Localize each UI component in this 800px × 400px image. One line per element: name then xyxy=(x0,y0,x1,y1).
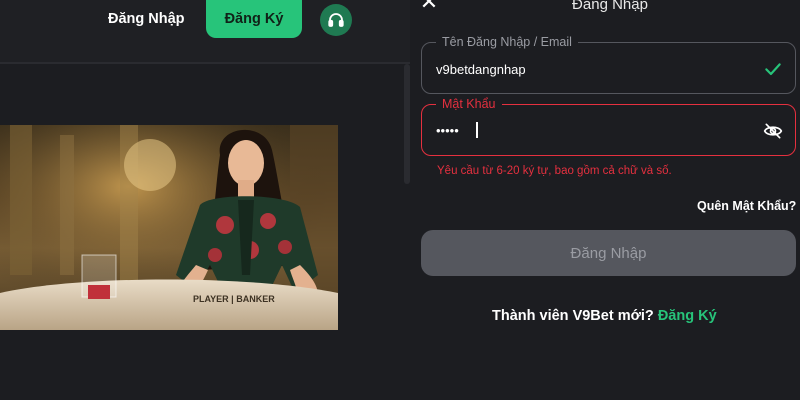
header-login-link[interactable]: Đăng Nhập xyxy=(108,10,185,28)
password-masked-value[interactable]: ••••• xyxy=(436,122,459,140)
signup-link[interactable]: Đăng Ký xyxy=(658,308,717,324)
signup-prompt-text: Thành viên V9Bet mới? xyxy=(492,308,654,324)
password-error-message: Yêu cầu từ 6-20 ký tự, bao gồm cả chữ và… xyxy=(437,165,672,177)
live-casino-banner[interactable]: PLAYER | BANKER xyxy=(0,125,338,330)
header-divider xyxy=(0,62,410,64)
headset-icon xyxy=(328,13,344,27)
banner-table-text: PLAYER | BANKER xyxy=(193,294,275,304)
login-submit-button[interactable]: Đăng Nhập xyxy=(421,230,796,276)
password-label: Mật Khẩu xyxy=(436,96,502,112)
text-cursor xyxy=(476,122,478,138)
background-page: Đăng Nhập Đăng Ký PLAYER | BANKER xyxy=(0,0,410,400)
header-register-button[interactable]: Đăng Ký xyxy=(206,0,302,38)
username-field[interactable]: Tên Đăng Nhập / Email xyxy=(421,34,796,94)
username-input[interactable] xyxy=(436,59,736,79)
forgot-password-link[interactable]: Quên Mật Khẩu? xyxy=(697,198,796,214)
username-label: Tên Đăng Nhập / Email xyxy=(436,34,578,50)
login-panel-title: Đăng Nhập xyxy=(572,0,648,13)
eye-slash-icon[interactable] xyxy=(763,121,783,141)
close-button[interactable]: ✕ xyxy=(418,0,440,14)
check-icon xyxy=(765,63,781,76)
signup-prompt: Thành viên V9Bet mới? Đăng Ký xyxy=(492,307,717,325)
support-button[interactable] xyxy=(320,4,352,36)
dealer-illustration: PLAYER | BANKER xyxy=(0,125,338,330)
